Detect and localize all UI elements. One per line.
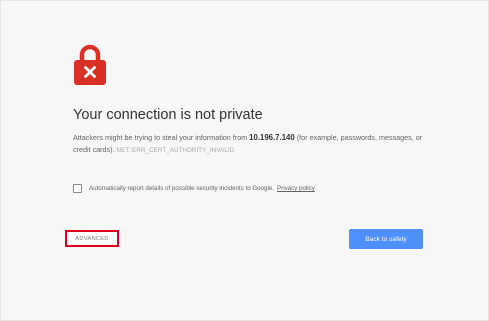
host-address: 10.196.7.140 — [249, 133, 295, 142]
report-optin-row: Automatically report details of possible… — [73, 184, 315, 193]
lock-error-icon — [74, 44, 106, 85]
advanced-button[interactable]: ADVANCED — [65, 230, 119, 247]
back-to-safety-button[interactable]: Back to safety — [349, 229, 423, 249]
message-text-before: Attackers might be trying to steal your … — [73, 133, 250, 142]
page-title: Your connection is not private — [73, 107, 263, 123]
report-optin-label: Automatically report details of possible… — [89, 185, 275, 192]
interstitial-page: Your connection is not private Attackers… — [0, 0, 489, 321]
report-checkbox[interactable] — [73, 184, 82, 193]
error-code: NET::ERR_CERT_AUTHORITY_INVALID — [116, 147, 235, 154]
error-message: Attackers might be trying to steal your … — [73, 132, 433, 157]
privacy-policy-link[interactable]: Privacy policy — [277, 185, 315, 192]
